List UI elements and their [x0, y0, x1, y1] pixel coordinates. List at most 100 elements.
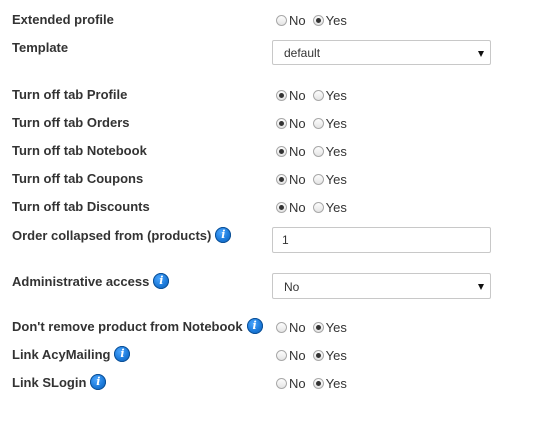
link-slogin-label: Link SLogin i [12, 374, 107, 390]
tab-notebook-yes-option[interactable]: Yes [312, 144, 347, 159]
link-slogin-radio-group: No Yes [276, 376, 354, 391]
tab-profile-yes-radio[interactable] [312, 90, 324, 101]
tab-profile-no-radio[interactable] [276, 90, 287, 101]
tab-discounts-yes-radio[interactable] [312, 202, 324, 213]
link-acymailing-label: Link AcyMailing i [12, 346, 131, 362]
extended-profile-no-text: No [289, 13, 306, 28]
extended-profile-no-radio[interactable] [276, 15, 287, 26]
dont-remove-yes-option[interactable]: Yes [312, 320, 347, 335]
admin-access-select-value: No [284, 280, 300, 294]
link-slogin-yes-radio[interactable] [312, 378, 324, 389]
link-acymailing-yes-option[interactable]: Yes [312, 348, 347, 363]
tab-notebook-label: Turn off tab Notebook [12, 143, 147, 158]
tab-coupons-yes-option[interactable]: Yes [312, 172, 347, 187]
tab-notebook-no-option[interactable]: No [276, 144, 306, 159]
info-icon[interactable]: i [90, 374, 107, 390]
admin-access-label-text: Administrative access [12, 273, 150, 289]
tab-discounts-label: Turn off tab Discounts [12, 199, 150, 214]
dont-remove-no-text: No [289, 320, 306, 335]
info-icon[interactable]: i [215, 227, 232, 243]
tab-orders-yes-option[interactable]: Yes [312, 116, 347, 131]
dont-remove-yes-radio[interactable] [312, 322, 324, 333]
link-acymailing-label-text: Link AcyMailing [12, 346, 111, 362]
link-slogin-yes-option[interactable]: Yes [312, 376, 347, 391]
tab-notebook-row: Turn off tab Notebook No Yes [0, 141, 536, 161]
dont-remove-label-text: Don't remove product from Notebook [12, 318, 243, 334]
order-collapsed-label: Order collapsed from (products) i [12, 227, 232, 243]
tab-orders-no-radio[interactable] [276, 118, 287, 129]
tab-profile-yes-text: Yes [325, 88, 347, 103]
tab-orders-no-text: No [289, 116, 306, 131]
tab-discounts-no-text: No [289, 200, 306, 215]
tab-profile-no-text: No [289, 88, 306, 103]
tab-discounts-row: Turn off tab Discounts No Yes [0, 197, 536, 217]
tab-coupons-no-radio[interactable] [276, 174, 287, 185]
extended-profile-label: Extended profile [12, 12, 114, 27]
link-acymailing-row: Link AcyMailing i No Yes [0, 345, 536, 365]
tab-discounts-no-option[interactable]: No [276, 200, 306, 215]
extended-profile-no-option[interactable]: No [276, 13, 306, 28]
tab-orders-yes-radio[interactable] [312, 118, 324, 129]
info-icon[interactable]: i [114, 346, 131, 362]
tab-coupons-radio-group: No Yes [276, 172, 354, 187]
tab-orders-no-option[interactable]: No [276, 116, 306, 131]
tab-notebook-radio-group: No Yes [276, 144, 354, 159]
link-slogin-yes-text: Yes [325, 376, 347, 391]
link-slogin-no-option[interactable]: No [276, 376, 306, 391]
tab-notebook-yes-text: Yes [325, 144, 347, 159]
link-acymailing-no-text: No [289, 348, 306, 363]
tab-discounts-yes-text: Yes [325, 200, 347, 215]
tab-orders-label: Turn off tab Orders [12, 115, 130, 130]
link-slogin-no-text: No [289, 376, 306, 391]
tab-profile-radio-group: No Yes [276, 88, 354, 103]
tab-orders-radio-group: No Yes [276, 116, 354, 131]
tab-coupons-row: Turn off tab Coupons No Yes [0, 169, 536, 189]
dont-remove-yes-text: Yes [325, 320, 347, 335]
dont-remove-row: Don't remove product from Notebook i No … [0, 317, 536, 337]
tab-coupons-label: Turn off tab Coupons [12, 171, 144, 186]
template-select[interactable]: default [272, 40, 491, 65]
tab-coupons-yes-radio[interactable] [312, 174, 324, 185]
order-collapsed-row: Order collapsed from (products) i [0, 224, 536, 256]
tab-discounts-yes-option[interactable]: Yes [312, 200, 347, 215]
order-collapsed-input[interactable] [272, 227, 491, 253]
tab-profile-label: Turn off tab Profile [12, 87, 128, 102]
dont-remove-no-option[interactable]: No [276, 320, 306, 335]
info-icon[interactable]: i [246, 318, 263, 334]
link-acymailing-yes-radio[interactable] [312, 350, 324, 361]
extended-profile-yes-text: Yes [325, 13, 347, 28]
dont-remove-radio-group: No Yes [276, 320, 354, 335]
link-acymailing-no-option[interactable]: No [276, 348, 306, 363]
template-row: Template default [0, 38, 536, 68]
link-acymailing-yes-text: Yes [325, 348, 347, 363]
tab-notebook-yes-radio[interactable] [312, 146, 324, 157]
admin-access-select[interactable]: No [272, 273, 491, 299]
link-slogin-no-radio[interactable] [276, 378, 287, 389]
dont-remove-no-radio[interactable] [276, 322, 287, 333]
extended-profile-yes-radio[interactable] [312, 15, 324, 26]
tab-orders-row: Turn off tab Orders No Yes [0, 113, 536, 133]
chevron-down-icon [478, 51, 484, 57]
info-icon[interactable]: i [153, 273, 170, 289]
admin-access-row: Administrative access i No [0, 270, 536, 302]
tab-coupons-no-text: No [289, 172, 306, 187]
link-acymailing-no-radio[interactable] [276, 350, 287, 361]
tab-coupons-yes-text: Yes [325, 172, 347, 187]
chevron-down-icon [478, 284, 484, 290]
tab-profile-no-option[interactable]: No [276, 88, 306, 103]
tab-discounts-radio-group: No Yes [276, 200, 354, 215]
dont-remove-label: Don't remove product from Notebook i [12, 318, 263, 334]
order-collapsed-label-text: Order collapsed from (products) [12, 227, 212, 243]
tab-notebook-no-radio[interactable] [276, 146, 287, 157]
tab-profile-yes-option[interactable]: Yes [312, 88, 347, 103]
tab-orders-yes-text: Yes [325, 116, 347, 131]
extended-profile-yes-option[interactable]: Yes [312, 13, 347, 28]
link-slogin-label-text: Link SLogin [12, 374, 87, 390]
template-label: Template [12, 40, 69, 55]
tab-notebook-no-text: No [289, 144, 306, 159]
tab-profile-row: Turn off tab Profile No Yes [0, 85, 536, 105]
tab-discounts-no-radio[interactable] [276, 202, 287, 213]
admin-access-label: Administrative access i [12, 273, 170, 289]
tab-coupons-no-option[interactable]: No [276, 172, 306, 187]
template-select-value: default [284, 46, 321, 60]
